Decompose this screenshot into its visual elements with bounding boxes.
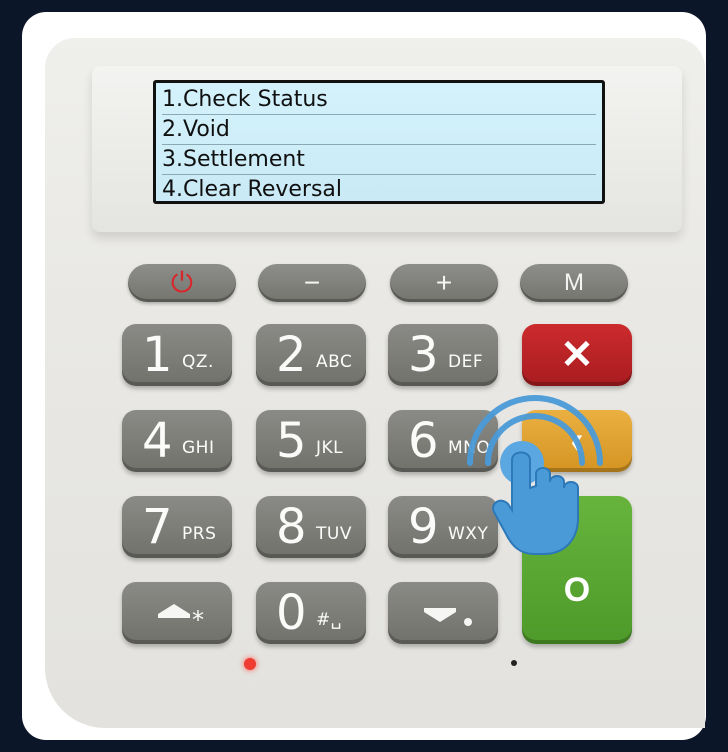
key-digit: 2: [276, 327, 307, 383]
key-letters: DEF: [448, 352, 484, 372]
up-star-key[interactable]: *: [122, 582, 232, 644]
key-letters: PRS: [182, 524, 217, 544]
menu-button[interactable]: M: [520, 264, 628, 302]
menu-option-clear-reversal[interactable]: 4.Clear Reversal: [162, 175, 596, 204]
key-letters: #␣: [316, 610, 343, 630]
key-5[interactable]: 5 JKL: [256, 410, 366, 472]
plus-icon: +: [435, 267, 453, 298]
minus-button[interactable]: −: [258, 264, 366, 302]
key-1[interactable]: 1 QZ.: [122, 324, 232, 386]
tap-touch-icon: [467, 395, 603, 555]
lcd-display: 1.Check Status 2.Void 3.Settlement 4.Cle…: [153, 80, 605, 204]
key-letters: TUV: [316, 524, 352, 544]
key-digit: 0: [276, 585, 307, 641]
arrow-up-icon: [158, 604, 190, 618]
speaker-dot: [511, 660, 517, 666]
key-0[interactable]: 0 #␣: [256, 582, 366, 644]
menu-option-void[interactable]: 2.Void: [162, 115, 596, 145]
key-digit: 9: [408, 499, 439, 555]
key-letters: GHI: [182, 438, 215, 458]
key-2[interactable]: 2 ABC: [256, 324, 366, 386]
menu-label: M: [564, 269, 584, 296]
minus-icon: −: [303, 267, 321, 298]
key-digit: 4: [142, 413, 173, 469]
star-label: *: [192, 606, 205, 634]
key-digit: 7: [142, 499, 173, 555]
key-digit: 3: [408, 327, 439, 383]
key-7[interactable]: 7 PRS: [122, 496, 232, 558]
down-dot-key[interactable]: [388, 582, 498, 644]
key-digit: 1: [142, 327, 173, 383]
key-4[interactable]: 4 GHI: [122, 410, 232, 472]
status-led: [244, 658, 256, 670]
plus-button[interactable]: +: [390, 264, 498, 302]
key-letters: JKL: [316, 438, 344, 458]
key-letters: ABC: [316, 352, 353, 372]
power-button[interactable]: ⏻: [128, 264, 236, 302]
power-icon: ⏻: [170, 267, 194, 298]
menu-option-settlement[interactable]: 3.Settlement: [162, 145, 596, 175]
key-8[interactable]: 8 TUV: [256, 496, 366, 558]
close-icon: ✕: [560, 333, 594, 377]
key-3[interactable]: 3 DEF: [388, 324, 498, 386]
cancel-key[interactable]: ✕: [522, 324, 632, 386]
key-digit: 6: [408, 413, 439, 469]
key-digit: 8: [276, 499, 307, 555]
arrow-down-icon: [424, 608, 472, 626]
menu-option-check-status[interactable]: 1.Check Status: [162, 85, 596, 115]
key-letters: QZ.: [182, 352, 214, 372]
key-digit: 5: [276, 413, 307, 469]
